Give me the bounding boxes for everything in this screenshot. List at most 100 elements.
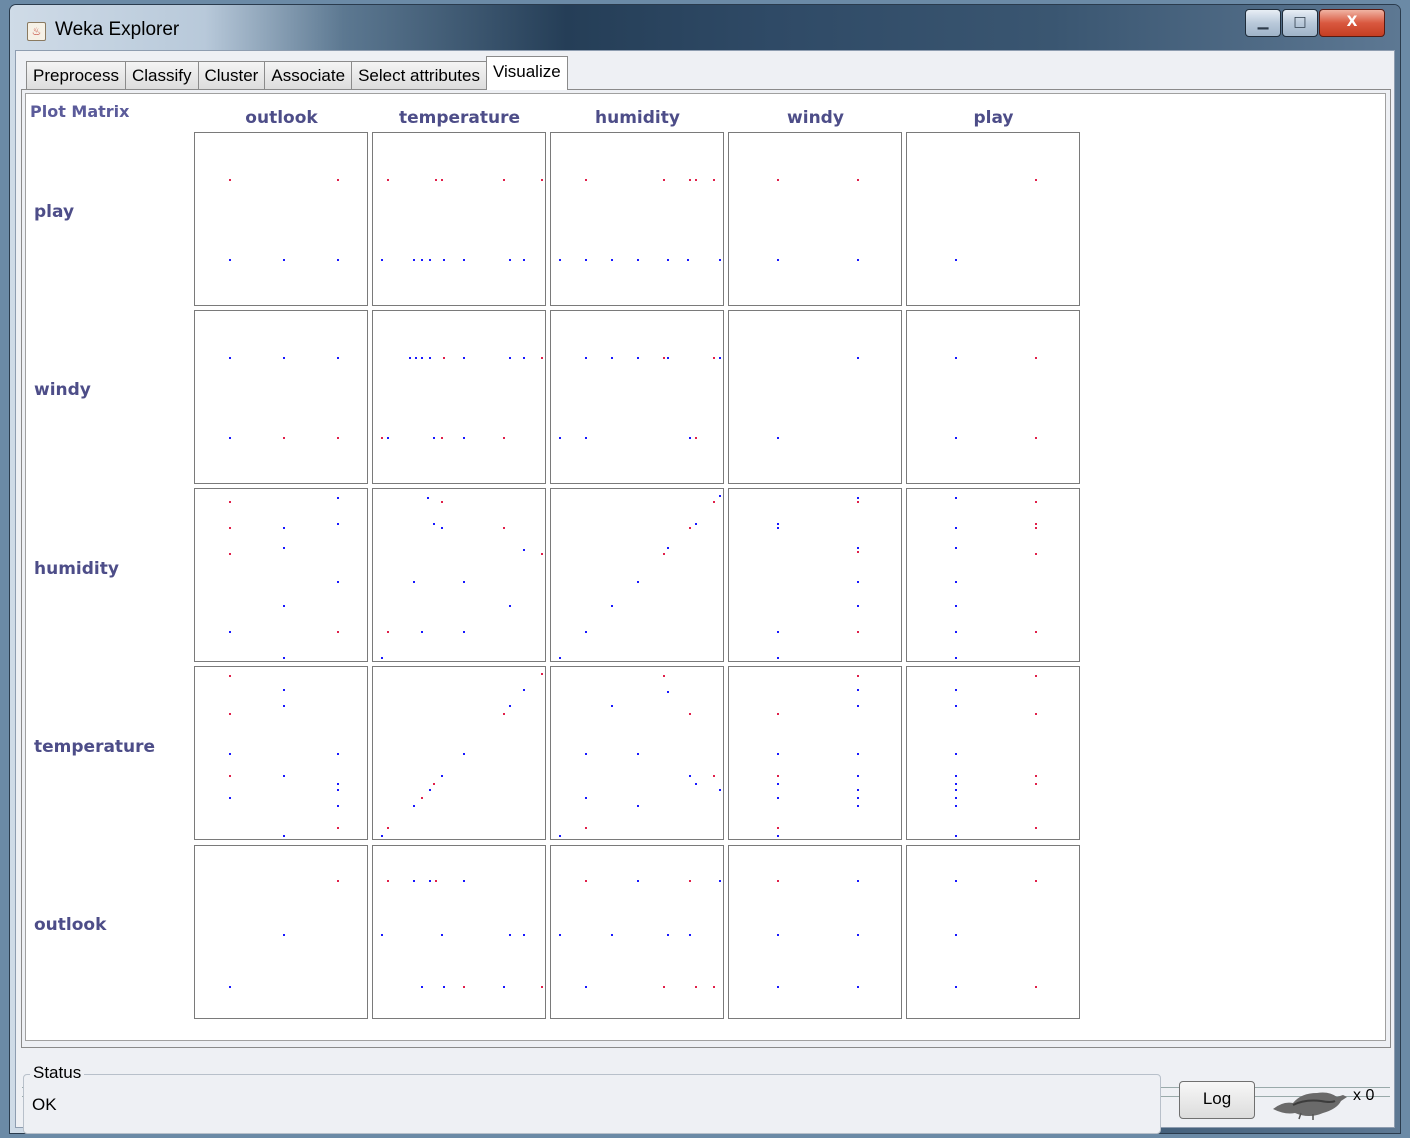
scatter-point — [955, 835, 957, 837]
scatter-cell-outlook-vs-windy[interactable] — [728, 845, 902, 1019]
scatter-cell-play-vs-play[interactable] — [906, 132, 1080, 306]
scatter-cell-humidity-vs-windy[interactable] — [728, 488, 902, 662]
scatter-cell-humidity-vs-play[interactable] — [906, 488, 1080, 662]
scatter-cell-temperature-vs-temperature[interactable] — [372, 666, 546, 840]
scatter-point — [689, 527, 691, 529]
scatter-point — [585, 827, 587, 829]
scatter-cell-windy-vs-play[interactable] — [906, 310, 1080, 484]
title-bar[interactable]: ♨ Weka Explorer ▁ □ X — [10, 5, 1400, 49]
scatter-point — [429, 789, 431, 791]
scatter-point — [463, 880, 465, 882]
scatter-point — [689, 437, 691, 439]
scatter-point — [857, 581, 859, 583]
scatter-cell-windy-vs-outlook[interactable] — [194, 310, 368, 484]
scatter-cell-outlook-vs-temperature[interactable] — [372, 845, 546, 1019]
scatter-cell-temperature-vs-humidity[interactable] — [550, 666, 724, 840]
scatter-point — [955, 986, 957, 988]
tab-cluster[interactable]: Cluster — [197, 61, 266, 90]
scatter-point — [611, 605, 613, 607]
scatter-point — [421, 357, 423, 359]
scatter-point — [229, 631, 231, 633]
log-button[interactable]: Log — [1179, 1081, 1255, 1119]
scatter-point — [509, 934, 511, 936]
scatter-point — [1035, 523, 1037, 525]
scatter-point — [955, 259, 957, 261]
scatter-point — [337, 179, 339, 181]
scatter-point — [955, 880, 957, 882]
scatter-point — [585, 797, 587, 799]
scatter-point — [229, 797, 231, 799]
scatter-cell-windy-vs-humidity[interactable] — [550, 310, 724, 484]
scatter-cell-outlook-vs-humidity[interactable] — [550, 845, 724, 1019]
tab-visualize[interactable]: Visualize — [485, 56, 568, 90]
scatter-point — [637, 753, 639, 755]
scatter-point — [857, 501, 859, 503]
scatter-point — [337, 581, 339, 583]
scatter-point — [503, 986, 505, 988]
scatter-cell-play-vs-windy[interactable] — [728, 132, 902, 306]
scatter-point — [1035, 827, 1037, 829]
visualize-panel: Plot Matrix outlook temperature humidity… — [21, 89, 1391, 1097]
plot-matrix: Plot Matrix outlook temperature humidity… — [25, 93, 1386, 1041]
scatter-cell-play-vs-temperature[interactable] — [372, 132, 546, 306]
scatter-point — [1035, 986, 1037, 988]
scatter-cell-temperature-vs-windy[interactable] — [728, 666, 902, 840]
scatter-point — [229, 527, 231, 529]
scatter-cell-outlook-vs-play[interactable] — [906, 845, 1080, 1019]
scatter-point — [1035, 527, 1037, 529]
scatter-point — [663, 986, 665, 988]
scatter-cell-play-vs-humidity[interactable] — [550, 132, 724, 306]
scatter-cell-humidity-vs-temperature[interactable] — [372, 488, 546, 662]
scatter-point — [585, 986, 587, 988]
scatter-point — [283, 934, 285, 936]
scatter-point — [381, 934, 383, 936]
scatter-cell-windy-vs-temperature[interactable] — [372, 310, 546, 484]
scatter-point — [777, 986, 779, 988]
minimize-button[interactable]: ▁ — [1245, 9, 1281, 37]
scatter-point — [611, 259, 613, 261]
scatter-point — [463, 581, 465, 583]
scatter-point — [955, 357, 957, 359]
scatter-point — [719, 357, 721, 359]
scatter-point — [1035, 880, 1037, 882]
scatter-cell-temperature-vs-outlook[interactable] — [194, 666, 368, 840]
row-header-windy: windy — [34, 380, 91, 400]
scatter-point — [541, 179, 543, 181]
scatter-point — [387, 437, 389, 439]
scatter-point — [229, 357, 231, 359]
maximize-button[interactable]: □ — [1282, 9, 1318, 37]
scatter-point — [337, 497, 339, 499]
scatter-point — [585, 880, 587, 882]
close-button[interactable]: X — [1319, 9, 1385, 37]
scatter-cell-temperature-vs-play[interactable] — [906, 666, 1080, 840]
scatter-point — [1035, 675, 1037, 677]
scatter-cell-humidity-vs-outlook[interactable] — [194, 488, 368, 662]
scatter-cell-play-vs-outlook[interactable] — [194, 132, 368, 306]
scatter-point — [523, 357, 525, 359]
scatter-point — [421, 259, 423, 261]
scatter-point — [695, 986, 697, 988]
tab-associate[interactable]: Associate — [264, 61, 353, 90]
scatter-point — [509, 605, 511, 607]
scatter-cell-outlook-vs-outlook[interactable] — [194, 845, 368, 1019]
scatter-point — [777, 880, 779, 882]
scatter-point — [689, 775, 691, 777]
scatter-point — [463, 437, 465, 439]
scatter-point — [559, 835, 561, 837]
column-header-temperature: temperature — [398, 108, 521, 128]
scatter-point — [429, 259, 431, 261]
scatter-point — [337, 805, 339, 807]
scatter-point — [413, 259, 415, 261]
scatter-cell-humidity-vs-humidity[interactable] — [550, 488, 724, 662]
column-header-play: play — [973, 108, 1014, 128]
scatter-point — [695, 523, 697, 525]
tab-preprocess[interactable]: Preprocess — [26, 61, 126, 90]
row-header-outlook: outlook — [34, 915, 107, 935]
tab-classify[interactable]: Classify — [124, 61, 199, 90]
scatter-point — [463, 986, 465, 988]
scatter-point — [229, 713, 231, 715]
scatter-point — [585, 753, 587, 755]
tab-select-attributes[interactable]: Select attributes — [351, 61, 487, 90]
scatter-cell-windy-vs-windy[interactable] — [728, 310, 902, 484]
status-text: OK — [32, 1095, 57, 1114]
